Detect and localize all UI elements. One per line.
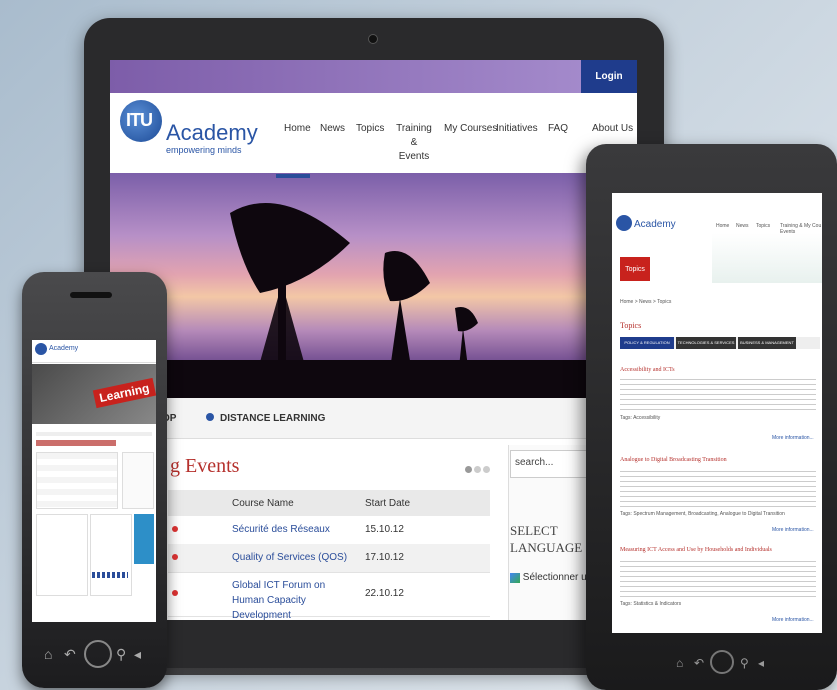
- login-button[interactable]: Login: [581, 60, 637, 93]
- tab-business-management[interactable]: BUSINESS & MANAGEMENT: [738, 337, 796, 349]
- nav-home[interactable]: Home: [284, 122, 311, 136]
- logo-itu-text: ITU: [126, 110, 153, 130]
- more-info-link[interactable]: More information...: [772, 617, 814, 623]
- events-table-header: [168, 490, 490, 516]
- laptop-screen: Login ITU Academy empowering minds Home …: [110, 60, 637, 620]
- phone-speaker: [70, 292, 112, 298]
- tablet-nav-home[interactable]: Home: [716, 223, 729, 229]
- article-tags: Tags: Accessibility: [620, 415, 661, 421]
- column-start-date: Start Date: [365, 498, 411, 509]
- nav-about-us[interactable]: About Us: [592, 122, 633, 136]
- tablet-breadcrumb[interactable]: Home > News > Topics: [620, 299, 671, 305]
- search-icon[interactable]: ⚲: [740, 656, 749, 670]
- nav-initiatives[interactable]: Initiatives: [496, 122, 538, 136]
- event-date: 15.10.12: [365, 524, 404, 535]
- event-name[interactable]: Global ICT Forum on Human Capacity Devel…: [232, 578, 357, 620]
- itu-globe-icon: [35, 343, 47, 355]
- logo-academy-text[interactable]: Academy: [166, 120, 258, 146]
- nav-topics[interactable]: Topics: [356, 122, 384, 136]
- home-icon[interactable]: ⌂: [44, 646, 52, 662]
- article-title[interactable]: Analogue to Digital Broadcasting Transit…: [620, 457, 727, 463]
- phone-events-list[interactable]: [36, 452, 118, 509]
- laptop-camera: [368, 34, 378, 44]
- tablet-section-title: Topics: [620, 321, 642, 330]
- nav-training-events[interactable]: Training & Events: [394, 122, 434, 164]
- satellite-dishes-silhouette: [110, 203, 637, 398]
- tab-policy-regulation[interactable]: POLICY & REGULATION: [620, 337, 674, 349]
- more-info-link[interactable]: More information...: [772, 527, 814, 533]
- article-title[interactable]: Measuring ICT Access and Use by Househol…: [620, 547, 772, 553]
- tab-distance-learning[interactable]: DISTANCE LEARNING: [220, 413, 325, 424]
- tab-technologies-services[interactable]: TECHNOLOGIES & SERVICES: [676, 337, 736, 349]
- event-bullet-icon: [172, 554, 178, 560]
- article-title[interactable]: Accessibility and ICTs: [620, 367, 675, 373]
- tablet-banner-image: [712, 233, 822, 283]
- search-icon[interactable]: ⚲: [116, 646, 126, 663]
- itu-globe-icon: [616, 215, 632, 231]
- article-text: [620, 561, 816, 597]
- tablet-logo: Academy: [634, 219, 676, 230]
- distance-learning-icon: [206, 413, 214, 421]
- tablet-screen: Academy Home News Topics Training & Even…: [612, 193, 822, 633]
- tablet-nav-topics[interactable]: Topics: [756, 223, 770, 229]
- phone-screen: Academy Learning: [32, 340, 156, 622]
- article-text: [620, 379, 816, 411]
- event-date: 17.10.12: [365, 552, 404, 563]
- top-bar: [110, 60, 637, 93]
- tablet-nav-news[interactable]: News: [736, 223, 749, 229]
- tablet-home-button[interactable]: [710, 650, 734, 674]
- event-bullet-icon: [172, 526, 178, 532]
- event-name[interactable]: Quality of Services (QOS): [232, 552, 347, 563]
- select-language-heading: SELECT LANGUAGE: [510, 523, 583, 555]
- nav-faq[interactable]: FAQ: [548, 122, 568, 136]
- home-icon[interactable]: ⌂: [676, 656, 683, 670]
- phone-logo: Academy: [49, 345, 79, 352]
- menu-icon[interactable]: ◂: [758, 656, 764, 670]
- event-date: 22.10.12: [365, 588, 404, 599]
- column-course-name: Course Name: [232, 498, 294, 509]
- google-translate-icon: [510, 572, 520, 583]
- more-info-link[interactable]: More information...: [772, 435, 814, 441]
- tablet-nav-my-courses[interactable]: My Cou: [804, 223, 821, 229]
- nav-news[interactable]: News: [320, 122, 345, 136]
- topics-badge: Topics: [620, 257, 650, 281]
- search-placeholder: search...: [515, 457, 554, 468]
- menu-icon[interactable]: ◂: [134, 646, 141, 663]
- logo-tagline: empowering minds: [166, 145, 242, 155]
- phone-news-card[interactable]: [36, 514, 88, 596]
- back-icon[interactable]: ↶: [64, 646, 76, 663]
- article-text: [620, 471, 816, 507]
- nav-my-courses[interactable]: My Courses: [444, 122, 497, 136]
- event-bullet-icon: [172, 590, 178, 596]
- content-tabs: [110, 398, 637, 439]
- article-tags: Tags: Spectrum Management, Broadcasting,…: [620, 511, 785, 517]
- article-tags: Tags: Statistics & Indicators: [620, 601, 682, 607]
- back-icon[interactable]: ↶: [694, 656, 704, 670]
- phone-home-button[interactable]: [84, 640, 112, 668]
- carousel-dots[interactable]: [465, 460, 490, 478]
- event-name[interactable]: Sécurité des Réseaux: [232, 524, 330, 535]
- phone-topics-card[interactable]: [90, 514, 132, 596]
- events-title: g Events: [170, 455, 240, 477]
